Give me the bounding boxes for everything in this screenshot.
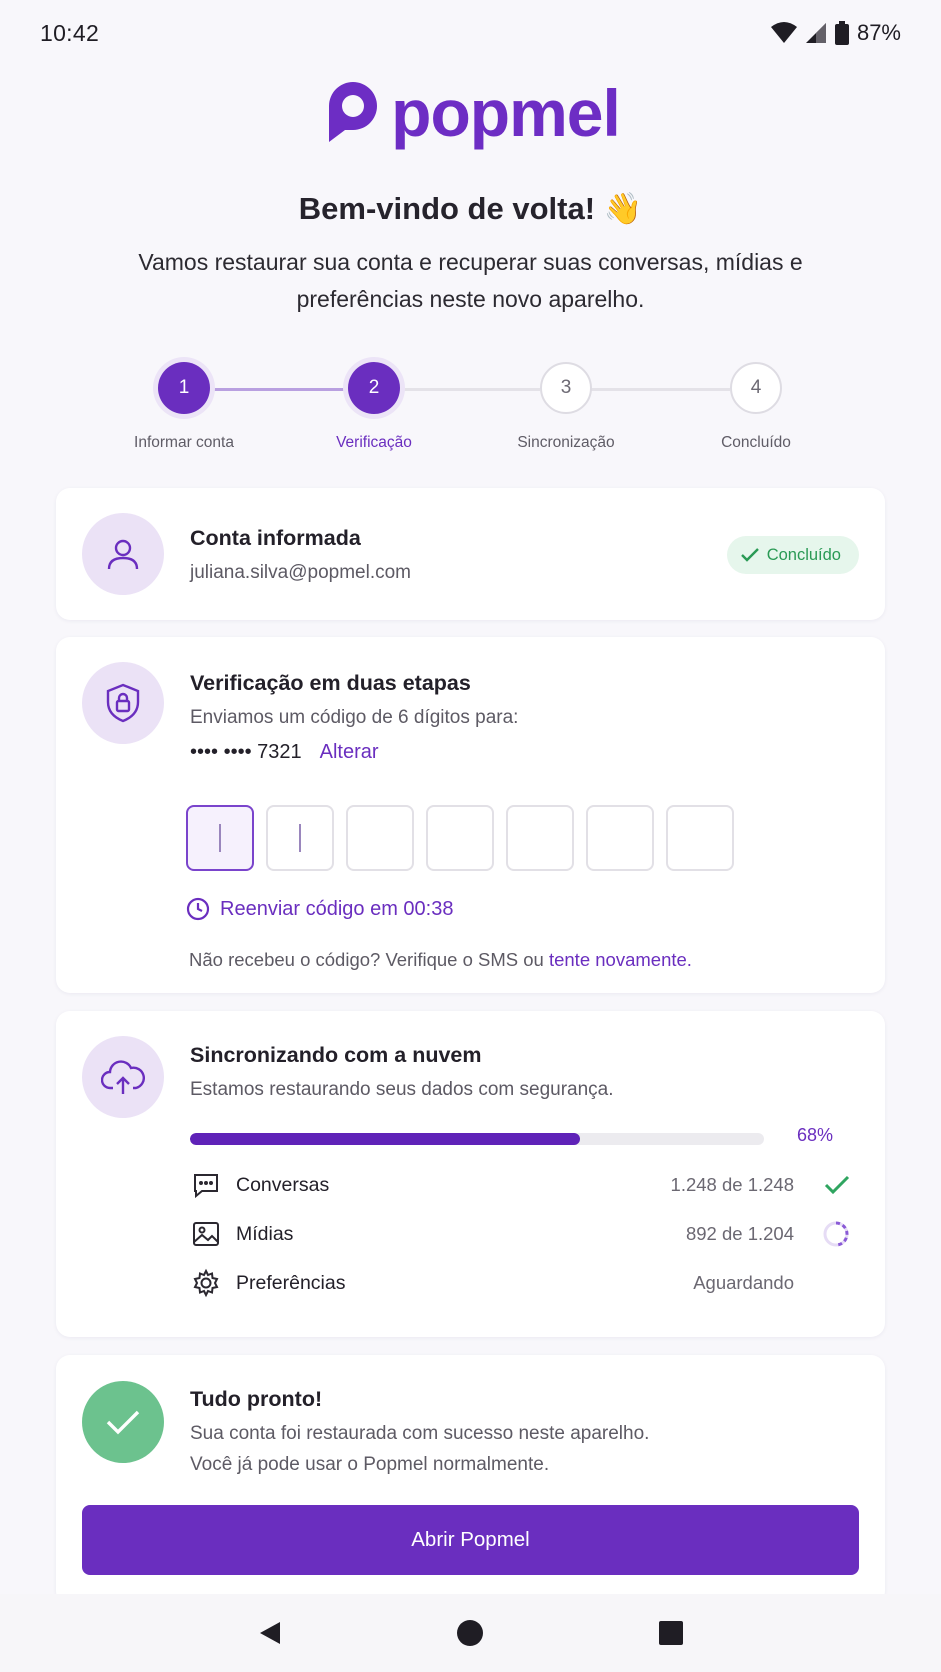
text-caret <box>219 824 221 852</box>
help-text: Não recebeu o código? Verifique o SMS ou <box>189 949 544 970</box>
check-icon <box>824 1175 850 1195</box>
step-connector-2 <box>400 388 540 391</box>
status-time: 10:42 <box>40 19 100 46</box>
status-badge: Concluído <box>726 536 859 574</box>
progress-stepper: 1 2 3 4 Informar conta Verificação Sincr… <box>0 362 941 462</box>
back-icon <box>260 1622 281 1644</box>
system-nav-bar <box>0 1594 941 1672</box>
sync-item-count: Aguardando <box>693 1272 794 1293</box>
sync-state-done <box>794 1175 850 1195</box>
sync-card: Sincronizando com a nuvem Estamos restau… <box>56 1011 885 1337</box>
welcome-title: Bem-vindo de volta! 👋 <box>298 191 643 226</box>
sync-avatar <box>82 1036 164 1118</box>
welcome-subtitle: Vamos restaurar sua conta e recuperar su… <box>138 249 803 312</box>
battery-percent: 87% <box>856 20 901 45</box>
verification-avatar <box>82 662 164 744</box>
account-card-title: Conta informada <box>190 526 361 550</box>
wifi-icon <box>770 22 797 43</box>
status-bar: 10:42 87% <box>0 0 941 66</box>
otp-digit-6[interactable] <box>586 805 654 871</box>
sync-title: Sincronizando com a nuvem <box>190 1043 482 1067</box>
done-line-1: Sua conta foi restaurada com sucesso nes… <box>190 1423 650 1444</box>
otp-digit-1[interactable] <box>186 805 254 871</box>
otp-digit-2[interactable] <box>266 805 334 871</box>
step-connector-3 <box>590 388 730 391</box>
status-badge-label: Concluído <box>766 545 841 564</box>
done-card: Tudo pronto! Sua conta foi restaurada co… <box>56 1355 885 1605</box>
shield-lock-icon <box>106 683 140 723</box>
sync-progress-percent: 68% <box>796 1125 833 1145</box>
step-connector-1 <box>210 388 360 391</box>
user-icon <box>107 539 139 570</box>
brand-name: popmel <box>391 76 621 150</box>
done-title: Tudo pronto! <box>190 1387 323 1411</box>
loading-spinner-icon <box>823 1221 849 1247</box>
step-2-dot: 2 <box>348 362 400 414</box>
retry-link[interactable]: tente novamente. <box>549 949 692 970</box>
check-icon <box>740 548 759 562</box>
help-text-row: Não recebeu o código? Verifique o SMS ou… <box>189 949 692 971</box>
popmel-logo-icon <box>329 82 378 142</box>
check-icon <box>106 1410 140 1435</box>
otp-digit-7[interactable] <box>666 805 734 871</box>
otp-input-group <box>186 805 734 871</box>
verification-description: Enviamos um código de 6 dígitos para: <box>190 707 519 728</box>
otp-digit-3[interactable] <box>346 805 414 871</box>
sync-row-conversations: Conversas 1.248 de 1.248 <box>190 1167 850 1203</box>
app-logo: popmel <box>0 76 941 148</box>
sync-item-count: 1.248 de 1.248 <box>670 1174 794 1195</box>
masked-phone: •••• •••• 7321 <box>190 741 302 763</box>
back-button[interactable] <box>245 1608 295 1658</box>
account-email: juliana.silva@popmel.com <box>190 562 411 583</box>
otp-digit-4[interactable] <box>426 805 494 871</box>
sync-progress-fill <box>190 1133 581 1145</box>
status-icons: 87% <box>770 20 901 46</box>
sync-item-label: Conversas <box>236 1173 330 1196</box>
account-avatar <box>82 513 164 595</box>
change-phone-link[interactable]: Alterar <box>320 741 379 764</box>
resend-code-timer[interactable]: Reenviar código em 00:38 <box>186 897 453 921</box>
sync-item-label: Mídias <box>236 1222 294 1245</box>
sync-row-preferences: Preferências Aguardando <box>190 1265 850 1301</box>
recents-button[interactable] <box>646 1608 696 1658</box>
masked-phone-row: •••• •••• 7321 Alterar <box>190 741 379 764</box>
text-caret <box>299 824 301 852</box>
otp-digit-5[interactable] <box>506 805 574 871</box>
step-3-dot: 3 <box>540 362 592 414</box>
image-icon <box>190 1218 222 1250</box>
verification-card: Verificação em duas etapas Enviamos um c… <box>56 637 885 993</box>
clock-icon <box>186 897 210 921</box>
success-avatar <box>82 1381 164 1463</box>
home-icon <box>457 1620 484 1646</box>
step-1-label: Informar conta <box>134 434 234 451</box>
cloud-upload-icon <box>101 1060 145 1094</box>
verification-title: Verificação em duas etapas <box>190 671 471 695</box>
step-3-label: Sincronização <box>517 434 615 451</box>
sync-progress-bar <box>190 1133 764 1145</box>
step-2-label: Verificação <box>336 434 412 451</box>
gear-icon <box>190 1267 222 1299</box>
done-line-2: Você já pode usar o Popmel normalmente. <box>190 1454 550 1475</box>
sync-item-label: Preferências <box>236 1271 346 1294</box>
step-4-label: Concluído <box>721 434 791 451</box>
recents-icon <box>658 1621 683 1645</box>
step-4-dot: 4 <box>730 362 782 414</box>
step-1-dot: 1 <box>158 362 210 414</box>
battery-icon <box>834 21 849 45</box>
sync-description: Estamos restaurando seus dados com segur… <box>190 1079 614 1100</box>
open-popmel-button[interactable]: Abrir Popmel <box>82 1505 859 1575</box>
home-button[interactable] <box>445 1608 495 1658</box>
account-card: Conta informada juliana.silva@popmel.com… <box>56 488 885 620</box>
signal-icon <box>805 23 826 43</box>
sync-item-count: 892 de 1.204 <box>685 1223 794 1244</box>
resend-code-label: Reenviar código em 00:38 <box>220 897 454 920</box>
chat-icon <box>190 1169 222 1201</box>
sync-row-media: Mídias 892 de 1.204 <box>190 1216 850 1252</box>
sync-state-loading <box>794 1220 850 1248</box>
